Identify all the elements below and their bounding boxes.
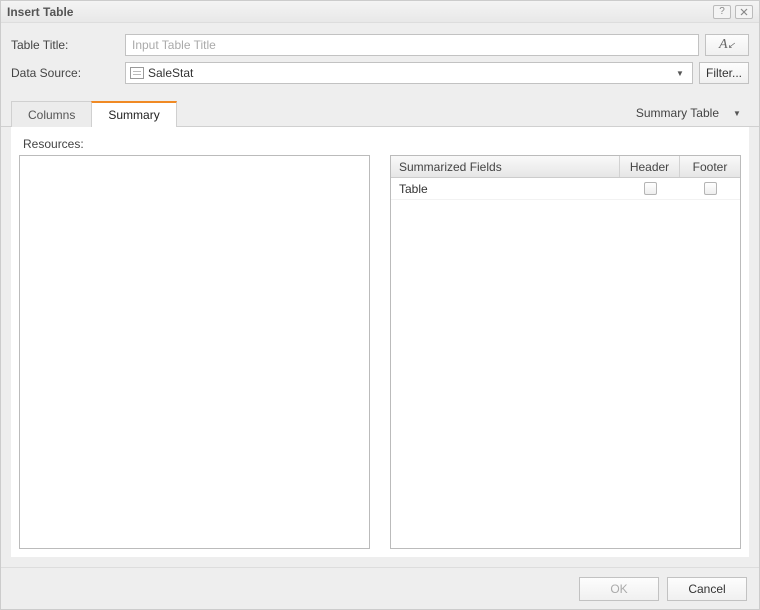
data-source-label: Data Source:	[11, 66, 119, 80]
dataset-icon	[130, 67, 144, 79]
dialog-footer: OK Cancel	[1, 567, 759, 609]
table-title-input[interactable]	[125, 34, 699, 56]
titlebar-buttons: ?	[713, 5, 753, 19]
help-button[interactable]: ?	[713, 5, 731, 19]
chevron-down-icon: ▼	[729, 103, 745, 123]
close-icon	[740, 8, 748, 16]
header-checkbox[interactable]	[644, 182, 657, 195]
form-area: Table Title: A↙ Data Source: SaleStat ▼ …	[1, 23, 759, 91]
tab-strip-right: Summary Table ▼	[636, 100, 749, 126]
datasource-row: Data Source: SaleStat ▼ Filter...	[11, 59, 749, 87]
summary-columns: Summarized Fields Header Footer Table	[19, 155, 741, 549]
col-footer[interactable]: Footer	[680, 156, 740, 177]
tab-strip: Columns Summary Summary Table ▼	[1, 97, 759, 127]
summary-view-select[interactable]: Summary Table ▼	[636, 102, 749, 124]
resources-list[interactable]	[19, 155, 370, 549]
data-source-select[interactable]: SaleStat ▼	[125, 62, 693, 84]
title-row: Table Title: A↙	[11, 31, 749, 59]
window-title: Insert Table	[7, 5, 713, 19]
insert-table-dialog: Insert Table ? Table Title: A↙ Data Sour…	[0, 0, 760, 610]
tab-summary[interactable]: Summary	[91, 101, 176, 127]
footer-checkbox[interactable]	[704, 182, 717, 195]
filter-button[interactable]: Filter...	[699, 62, 749, 84]
chevron-down-icon[interactable]: ▼	[672, 63, 688, 83]
row-name: Table	[391, 182, 620, 196]
ok-button[interactable]: OK	[579, 577, 659, 601]
data-source-value: SaleStat	[148, 66, 672, 80]
resources-label: Resources:	[23, 137, 741, 151]
table-title-label: Table Title:	[11, 38, 119, 52]
tab-columns[interactable]: Columns	[11, 101, 92, 127]
row-header-cell	[620, 182, 680, 195]
summarized-fields-table: Summarized Fields Header Footer Table	[390, 155, 741, 549]
close-button[interactable]	[735, 5, 753, 19]
font-icon: A↙	[719, 37, 735, 52]
cancel-button[interactable]: Cancel	[667, 577, 747, 601]
col-header[interactable]: Header	[620, 156, 680, 177]
col-summarized-fields[interactable]: Summarized Fields	[391, 156, 620, 177]
summary-view-value: Summary Table	[636, 106, 719, 120]
table-header: Summarized Fields Header Footer	[391, 156, 740, 178]
summary-panel: Resources: Summarized Fields Header Foot…	[11, 127, 749, 557]
titlebar: Insert Table ?	[1, 1, 759, 23]
row-footer-cell	[680, 182, 740, 195]
table-row[interactable]: Table	[391, 178, 740, 200]
font-button[interactable]: A↙	[705, 34, 749, 56]
